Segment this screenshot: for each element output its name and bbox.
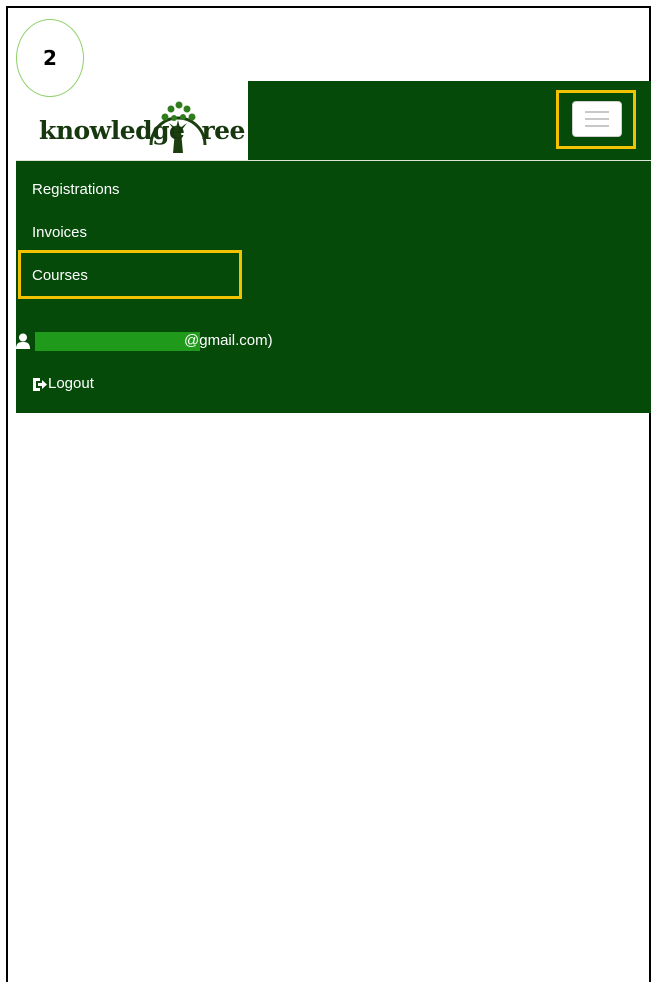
menu-item-registrations[interactable]: Registrations	[32, 181, 120, 198]
logout-label: Logout	[48, 375, 94, 392]
brand-logo-text: knowledge ree	[39, 116, 245, 145]
toggle-highlight-box	[556, 90, 636, 149]
user-icon	[16, 333, 30, 349]
sign-out-icon	[33, 378, 47, 391]
courses-highlight-box	[18, 250, 242, 299]
user-account-link[interactable]: @gmail.com)	[16, 331, 316, 351]
email-redaction-bar	[35, 332, 200, 351]
step-number-badge: 2	[16, 19, 84, 97]
menu-item-invoices[interactable]: Invoices	[32, 224, 87, 241]
user-email: @gmail.com)	[184, 332, 273, 349]
